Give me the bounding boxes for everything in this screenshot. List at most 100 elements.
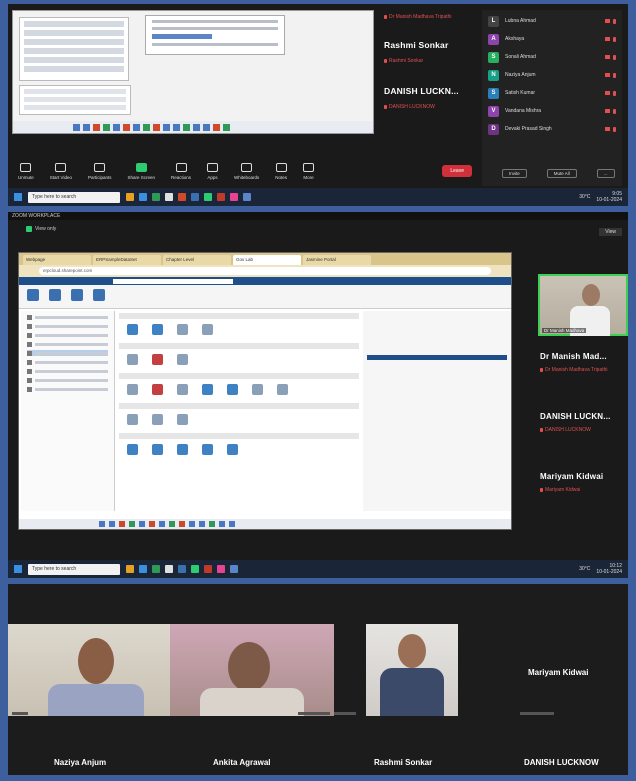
browser-tab[interactable]: Webpage — [23, 255, 91, 265]
toolbar-start-video-button[interactable]: Start Video — [50, 163, 72, 180]
browser-tab[interactable]: ERPSampleDataSet — [93, 255, 161, 265]
app-icon[interactable] — [191, 565, 199, 573]
app-icon[interactable] — [152, 565, 160, 573]
name-strip — [12, 712, 28, 715]
video-tile-active: Dr Manish Madhava — [538, 274, 628, 336]
video-off-icon — [605, 90, 610, 95]
app-icon[interactable] — [178, 193, 186, 201]
toolbar-notes-button[interactable]: Notes — [275, 163, 287, 180]
mic-muted-icon — [384, 15, 387, 19]
participant-body — [200, 688, 304, 716]
shared-browser: Webpage ERPSampleDataSet Chapter Level Gov … — [18, 252, 512, 530]
meeting-toolbar: Unmute Start Video Participants Share Scree… — [12, 150, 478, 184]
mute-all-button[interactable]: Mute All — [546, 169, 577, 178]
participant-row[interactable]: S Sonali Ahmad — [482, 48, 622, 66]
participants-panel: L Lubna Ahmad A Akshaya S Sonali Ahmad N Naziya… — [482, 10, 622, 186]
toolbar-whiteboards-button[interactable]: Whiteboards — [234, 163, 259, 180]
participant-row[interactable]: S Satish Kumar — [482, 84, 622, 102]
whiteboard-icon — [241, 163, 253, 172]
participant-row[interactable]: N Naziya Anjum — [482, 66, 622, 84]
participant-name: Devaki Prasad Singh — [505, 126, 552, 132]
leave-button[interactable]: Leave — [442, 165, 472, 177]
invite-button[interactable]: Invite — [502, 169, 527, 178]
participant-name: Satish Kumar — [505, 90, 536, 96]
url-input[interactable]: erpcloud.sharepoint.com — [39, 267, 491, 275]
taskbar-search-input[interactable]: Type here to search — [28, 563, 120, 575]
taskbar-search-input[interactable]: Type here to search — [28, 191, 120, 203]
app-header — [19, 277, 511, 285]
app-icon[interactable] — [204, 565, 212, 573]
app-icon[interactable] — [178, 565, 186, 573]
participant-row[interactable]: D Devaki Prasad Singh — [482, 120, 622, 138]
mic-muted-icon — [384, 105, 387, 109]
toolbar-label: Notes — [275, 175, 288, 180]
tile-label: Rashmi Sonkar — [384, 58, 480, 64]
browser-tabs: Webpage ERPSampleDataSet Chapter Level Gov … — [19, 253, 511, 265]
toolbar-label: Participants — [87, 175, 112, 180]
toolbar-unmute-button[interactable]: Unmute — [18, 163, 34, 180]
participant-row[interactable]: A Akshaya — [482, 30, 622, 48]
toolbar-label: Reactions — [171, 175, 192, 180]
app-icon[interactable] — [204, 193, 212, 201]
video-off-icon — [605, 108, 610, 113]
more-icon — [303, 163, 315, 172]
tile-name: DANISH LUCKN... — [540, 412, 611, 421]
app-icon[interactable] — [243, 193, 251, 201]
taskbar-apps — [126, 193, 251, 201]
app-icon[interactable] — [126, 193, 134, 201]
app-icon[interactable] — [165, 193, 173, 201]
app-icon[interactable] — [230, 565, 238, 573]
mic-muted-icon — [540, 488, 543, 492]
windows-start-icon[interactable] — [14, 565, 22, 573]
tile-name: Mariyam Kidwai — [540, 472, 604, 481]
app-icon[interactable] — [217, 565, 225, 573]
address-bar: erpcloud.sharepoint.com — [19, 265, 511, 277]
taskbar-apps — [126, 565, 238, 573]
participant-row[interactable]: V Vandana Mishra — [482, 102, 622, 120]
notes-icon — [275, 163, 287, 172]
avatar: A — [488, 33, 499, 45]
browser-tab[interactable]: Gov Lab — [233, 255, 301, 265]
toolbar-apps-button[interactable]: Apps — [207, 163, 219, 180]
toolbar-reactions-button[interactable]: Reactions — [171, 163, 191, 180]
participant-row[interactable]: L Lubna Ahmad — [482, 12, 622, 30]
participant-name: Vandana Mishra — [505, 108, 542, 114]
browser-tab[interactable]: Chapter Level — [163, 255, 231, 265]
more-options-button[interactable]: ... — [596, 169, 615, 178]
app-icon[interactable] — [139, 193, 147, 201]
tile-label: DANISH LUCKNOW — [540, 427, 628, 433]
clock-date: 10-01-2024 — [596, 569, 622, 575]
name-strip — [520, 712, 554, 715]
participant-label: Ankita Agrawal — [213, 758, 271, 767]
tile-name: DANISH LUCKN... — [384, 86, 459, 96]
video-off-icon — [605, 18, 610, 23]
window-title: ZOOM WORKPLACE — [8, 212, 628, 220]
app-search[interactable] — [113, 278, 233, 284]
mic-muted-icon — [384, 59, 387, 63]
weather-text: 30°C — [579, 194, 591, 200]
weather-text: 30°C — [579, 566, 591, 572]
share-screen-icon — [135, 163, 147, 172]
app-icon[interactable] — [152, 193, 160, 201]
participant-labels: Naziya Anjum Ankita Agrawal Rashmi Sonka… — [8, 758, 628, 772]
mic-muted-icon — [613, 108, 616, 114]
app-icon[interactable] — [165, 565, 173, 573]
app-icon[interactable] — [126, 565, 134, 573]
participant-label: Naziya Anjum — [54, 758, 107, 767]
windows-taskbar: Type here to search 30°C 10:12 10-01-2024 — [8, 560, 628, 578]
zoom-screenshot-2: ZOOM WORKPLACE View only View Webpage ERP… — [8, 212, 628, 578]
toolbar-participants-button[interactable]: Participants — [87, 163, 112, 180]
toolbar-more-button[interactable]: More — [303, 163, 315, 180]
tile-label: Mariyam Kidwai — [540, 487, 628, 493]
system-tray: 30°C 9:05 10-01-2024 — [579, 191, 622, 203]
app-icon[interactable] — [230, 193, 238, 201]
app-icon[interactable] — [139, 565, 147, 573]
browser-tab[interactable]: Jasmine Portal — [303, 255, 371, 265]
toolbar-share-screen-button[interactable]: Share Screen — [127, 163, 155, 180]
windows-start-icon[interactable] — [14, 193, 22, 201]
app-icon[interactable] — [191, 193, 199, 201]
windows-taskbar: Type here to search 30°C 9:05 10-01-2024 — [8, 188, 628, 206]
apps-icon — [207, 163, 219, 172]
view-button[interactable]: View — [599, 228, 622, 236]
app-icon[interactable] — [217, 193, 225, 201]
